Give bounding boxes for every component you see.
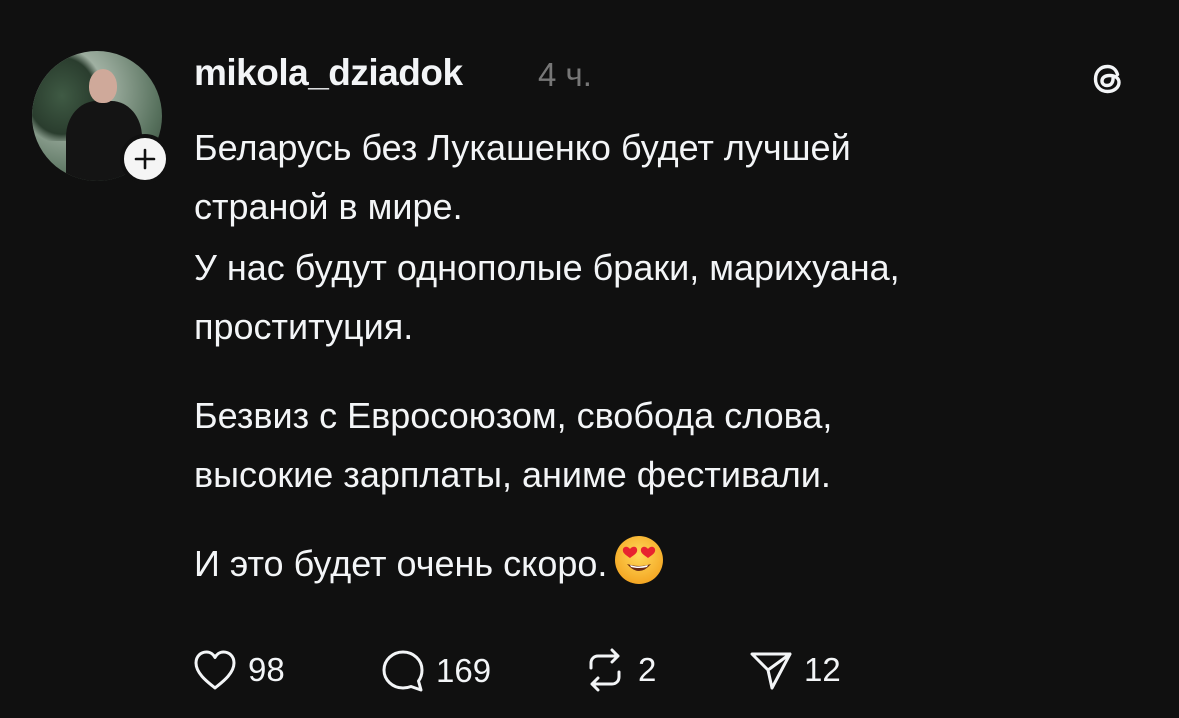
reply-button[interactable]: 169 <box>380 648 491 694</box>
heart-eyes-emoji-icon <box>615 536 664 584</box>
share-button[interactable]: 12 <box>748 648 841 692</box>
follow-button[interactable] <box>120 134 170 184</box>
post-text-line: И это будет очень скоро. <box>194 543 608 584</box>
post-text-line: Безвиз с Евросоюзом, свобода слова, <box>194 395 833 436</box>
like-button[interactable]: 98 <box>192 648 285 692</box>
send-icon <box>750 652 792 690</box>
reply-count: 169 <box>436 652 492 689</box>
avatar-person-head <box>89 69 117 103</box>
post-text-line: высокие зарплаты, аниме фестивали. <box>194 454 831 495</box>
post-text-line: страной в мире. <box>194 186 463 227</box>
plus-icon <box>134 148 156 170</box>
username[interactable]: mikola_dziadok <box>194 52 463 94</box>
threads-logo <box>1093 64 1121 94</box>
post-text-line-with-emoji: И это будет очень скоро. <box>194 534 1154 593</box>
post-body: Беларусь без Лукашенко будет лучшей стра… <box>194 118 1154 593</box>
post-timestamp: 4 ч. <box>538 56 592 93</box>
repost-count: 2 <box>638 651 657 688</box>
post-text-line: проституция. <box>194 306 414 347</box>
repost-icon <box>589 648 621 692</box>
like-count: 98 <box>248 651 285 688</box>
share-count: 12 <box>804 651 841 688</box>
speech-bubble-icon <box>382 650 424 692</box>
repost-button[interactable]: 2 <box>582 648 656 692</box>
heart-icon <box>194 650 236 690</box>
author-avatar-wrap[interactable] <box>32 51 170 184</box>
post-text-line: У нас будут однополые браки, марихуана, <box>194 247 900 288</box>
thread-post: mikola_dziadok 4 ч. Беларусь без Лукашен… <box>0 0 1179 718</box>
post-text-line: Беларусь без Лукашенко будет лучшей <box>194 127 851 168</box>
